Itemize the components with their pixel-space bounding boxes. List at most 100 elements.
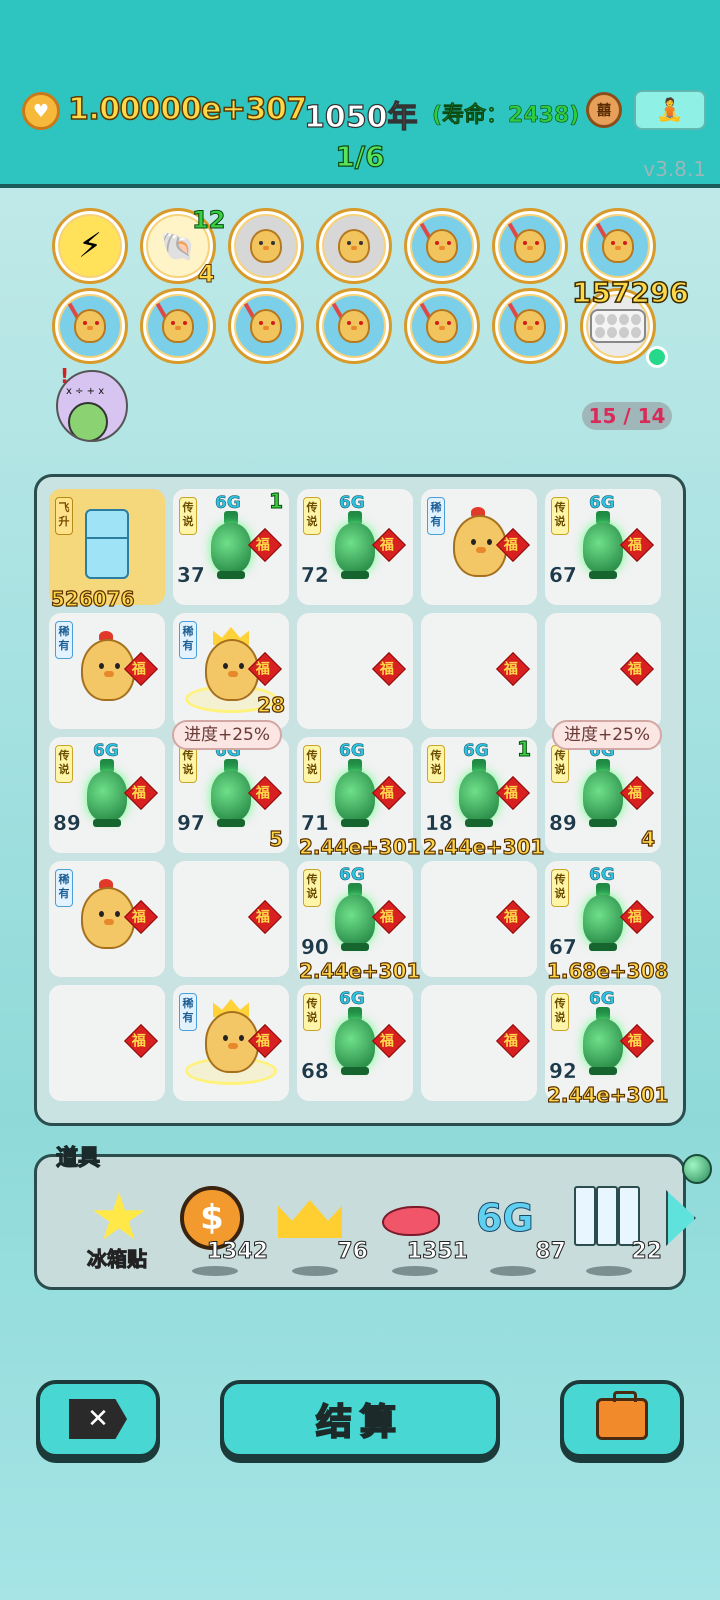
value-number: 1.68e+308 xyxy=(546,958,669,983)
item-crown[interactable]: 76 xyxy=(278,1186,368,1276)
item-coin[interactable]: $ 1342 xyxy=(178,1186,269,1276)
injected-chick-icon xyxy=(426,309,458,343)
meditate-button[interactable]: 🧘 xyxy=(634,90,706,130)
tier-label: 6G xyxy=(339,865,365,886)
heart-coin-icon: ♥ xyxy=(22,92,60,130)
board-cell[interactable]: 稀有福 xyxy=(173,985,289,1101)
board-cell[interactable]: 稀有福 xyxy=(49,861,165,977)
injected-chick-buff[interactable] xyxy=(580,208,656,284)
fortune-tag-label: 福 xyxy=(379,661,394,678)
level-number: 90 xyxy=(301,935,329,959)
board-cell[interactable]: 传说 6G 92 2.44e+301 福 xyxy=(545,985,669,1108)
board-cell[interactable]: 稀有 28 福 xyxy=(173,613,289,729)
injected-chick-buff[interactable] xyxy=(140,288,216,364)
injected-chick-buff[interactable] xyxy=(52,288,128,364)
injected-chick-icon xyxy=(514,229,546,263)
board-cell[interactable]: 飞升 526076 xyxy=(49,489,165,612)
injected-chick-buff[interactable] xyxy=(492,288,568,364)
board-cell[interactable]: 传说 6G 97 5 福 xyxy=(173,737,289,853)
tier-label: 6G xyxy=(215,493,241,514)
board-cell[interactable]: 福 xyxy=(421,985,537,1101)
fortune-tag-label: 福 xyxy=(379,785,394,802)
item-count: 1342 xyxy=(206,1239,268,1265)
shell-count-top: 12 xyxy=(191,206,226,235)
chick-egg-buff[interactable] xyxy=(316,208,392,284)
pillbox-icon xyxy=(590,309,646,343)
board-cell[interactable]: 福 xyxy=(421,861,537,977)
injected-chick-buff[interactable] xyxy=(492,208,568,284)
item-cards[interactable]: 22 xyxy=(572,1186,662,1276)
board-cell[interactable]: 传说 6G 89 4 福 xyxy=(545,737,661,853)
fortune-tag-label: 福 xyxy=(627,661,642,678)
board-cell[interactable]: 传说 6G 89 福 xyxy=(49,737,165,853)
board-cell[interactable]: 传说 6G 67 1.68e+308 福 xyxy=(545,861,669,984)
fortune-tag-icon: 福 xyxy=(248,776,282,810)
fortune-tag-label: 福 xyxy=(255,1033,270,1050)
rarity-tag: 传说 xyxy=(55,745,73,783)
fortune-tag-icon: 福 xyxy=(124,776,158,810)
board-cell[interactable]: 稀有福 xyxy=(421,489,537,605)
injected-chick-buff[interactable] xyxy=(404,288,480,364)
fridge-icon xyxy=(85,509,129,579)
board-cell[interactable]: 传说 6G 72 福 xyxy=(297,489,413,605)
fortune-icon[interactable]: 囍 xyxy=(586,92,622,128)
rarity-tag: 稀有 xyxy=(55,869,73,907)
rarity-tag: 稀有 xyxy=(427,497,445,535)
jade-vase-icon xyxy=(335,1007,375,1077)
fortune-tag-label: 福 xyxy=(131,909,146,926)
bag-button[interactable] xyxy=(560,1380,684,1458)
board-cell[interactable]: 传说 6G 1 18 2.44e+301 福 xyxy=(421,737,545,860)
injected-chick-icon xyxy=(162,309,194,343)
meditate-icon: 🧘 xyxy=(656,97,684,123)
shell-count-bottom: 4 xyxy=(198,260,216,289)
jade-vase-icon xyxy=(211,511,251,581)
items-title: 道具 xyxy=(55,1145,101,1171)
fortune-tag-icon: 福 xyxy=(620,900,654,934)
planet-icon[interactable] xyxy=(682,1154,712,1184)
level-number: 71 xyxy=(301,811,329,835)
injected-chick-buff[interactable] xyxy=(404,208,480,284)
fortune-tag-label: 福 xyxy=(131,1033,146,1050)
stack-count: 4 xyxy=(640,826,655,851)
board-cell[interactable]: 传说 6G 67 福 xyxy=(545,489,661,605)
board-cell[interactable]: 福 xyxy=(297,613,413,729)
value-number: 526076 xyxy=(50,586,135,611)
progress-tooltip: 进度+25% xyxy=(552,720,663,750)
fortune-tag-label: 福 xyxy=(379,909,394,926)
stack-count: 5 xyxy=(268,826,283,851)
exit-button[interactable]: ✕ xyxy=(36,1380,160,1458)
value-number: 2.44e+301 xyxy=(546,1082,669,1107)
rarity-tag: 传说 xyxy=(551,993,569,1031)
item-liver[interactable]: 1351 xyxy=(378,1186,469,1276)
game-board: 飞升 526076 传说 6G 1 37 福传说 6G 72 福稀有福传说 6G 67 福稀有福稀有 28… xyxy=(34,474,686,1126)
chick-icon xyxy=(338,229,370,263)
board-cell[interactable]: 稀有福 xyxy=(49,613,165,729)
board-cell[interactable]: 福 xyxy=(421,613,537,729)
jade-vase-icon xyxy=(335,759,375,829)
board-cell[interactable]: 传说 6G 90 2.44e+301 福 xyxy=(297,861,421,984)
settle-button[interactable]: 结算 xyxy=(220,1380,500,1458)
board-cell[interactable]: 福 xyxy=(545,613,661,729)
item-count: 22 xyxy=(631,1239,663,1265)
board-cell[interactable]: 福 xyxy=(173,861,289,977)
board-cell[interactable]: 传说 6G 71 2.44e+301 福 xyxy=(297,737,421,860)
fortune-tag-label: 福 xyxy=(503,1033,518,1050)
corner-count: 1 xyxy=(517,737,532,762)
rarity-tag: 稀有 xyxy=(55,621,73,659)
item-6g[interactable]: 6G 87 xyxy=(476,1186,566,1276)
injected-chick-buff[interactable] xyxy=(228,288,304,364)
fortune-tag-label: 福 xyxy=(255,909,270,926)
board-cell[interactable]: 传说 6G 1 37 福 xyxy=(173,489,289,605)
year-display: 1050年 xyxy=(303,99,418,135)
settle-label: 结算 xyxy=(315,1401,404,1444)
value-number: 2.44e+301 xyxy=(422,834,545,859)
board-cell[interactable]: 福 xyxy=(49,985,165,1101)
lifespan-display: (寿命：2438) xyxy=(432,103,580,129)
injected-chick-buff[interactable] xyxy=(316,288,392,364)
level-number: 37 xyxy=(177,563,205,587)
item-fridge-sticker[interactable]: 冰箱贴 xyxy=(72,1186,162,1276)
chick-egg-buff[interactable] xyxy=(228,208,304,284)
board-cell[interactable]: 传说 6G 68 福 xyxy=(297,985,413,1101)
lightning-buff[interactable]: ⚡ xyxy=(52,208,128,284)
item-count: 1351 xyxy=(406,1239,468,1265)
